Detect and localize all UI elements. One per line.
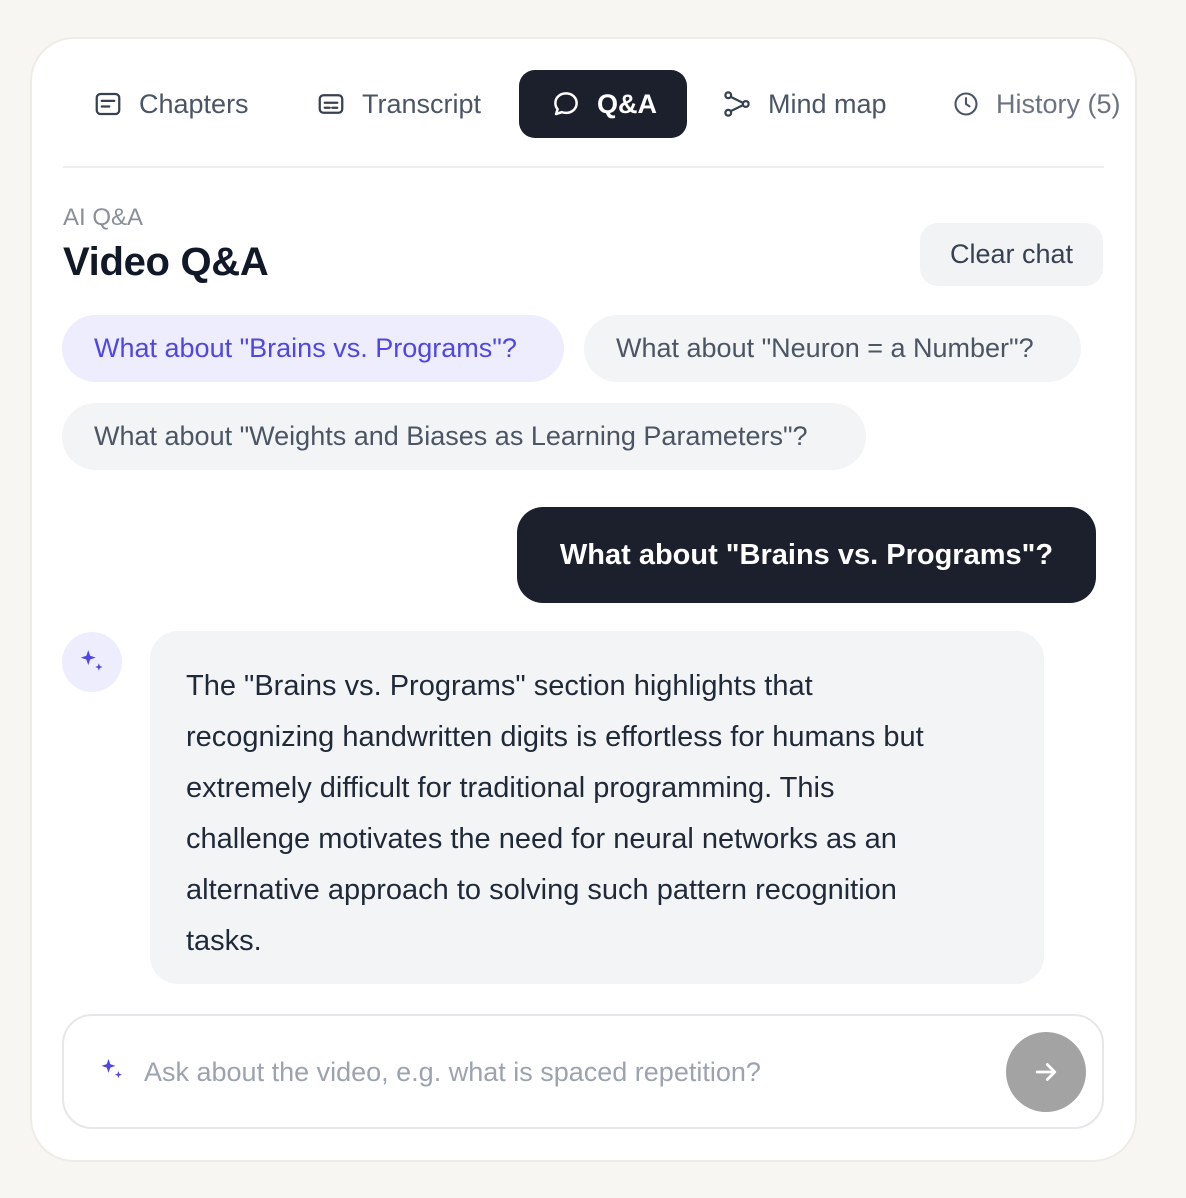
send-button[interactable] <box>1006 1032 1086 1112</box>
tab-history[interactable]: History (5) <box>952 70 1121 138</box>
ai-response-line: tasks. <box>186 925 262 957</box>
sparkle-icon <box>80 650 103 671</box>
page-title: Video Q&A <box>63 240 269 284</box>
tab-label: Transcript <box>362 88 482 119</box>
tab-transcript[interactable]: Transcript <box>316 70 481 138</box>
suggestion-chip[interactable]: What about "Brains vs. Programs"? <box>62 315 564 382</box>
user-message: What about "Brains vs. Programs"? <box>517 507 1096 603</box>
clear-chat-button[interactable]: Clear chat <box>920 223 1103 286</box>
ai-response-line: extremely difficult for traditional prog… <box>186 772 835 804</box>
ai-response-line: alternative approach to solving such pat… <box>186 874 897 906</box>
tab-divider <box>63 166 1104 168</box>
suggestion-chip[interactable]: What about "Neuron = a Number"? <box>584 315 1081 382</box>
question-input-container <box>62 1014 1104 1129</box>
mind-map-icon <box>724 91 750 117</box>
tab-chapters[interactable]: Chapters <box>93 70 249 138</box>
tab-label: History (5) <box>996 88 1121 119</box>
clock-icon <box>954 92 978 116</box>
ai-response-line: challenge motivates the need for neural … <box>186 823 897 855</box>
tab-mind-map[interactable]: Mind map <box>722 70 887 138</box>
tab-label: Chapters <box>139 88 249 119</box>
chat-bubble-icon <box>554 92 578 116</box>
tab-label: Mind map <box>768 88 887 119</box>
sparkle-icon <box>101 1058 122 1079</box>
tab-bar: Chapters Transcript Q&A Mind map History… <box>63 70 1143 138</box>
ai-avatar <box>62 632 122 692</box>
tab-label: Q&A <box>597 88 657 119</box>
transcript-icon <box>318 94 344 114</box>
ai-response: The "Brains vs. Programs" section highli… <box>150 631 1044 984</box>
suggestion-chip[interactable]: What about "Weights and Biases as Learni… <box>62 403 866 470</box>
chapters-icon <box>95 92 121 116</box>
question-input[interactable] <box>144 1042 984 1102</box>
section-eyebrow: AI Q&A <box>63 204 144 231</box>
arrow-right-icon <box>1035 1063 1057 1081</box>
ai-response-line: The "Brains vs. Programs" section highli… <box>186 670 813 702</box>
tab-qa[interactable]: Q&A <box>519 70 687 138</box>
ai-response-line: recognizing handwritten digits is effort… <box>186 721 924 753</box>
